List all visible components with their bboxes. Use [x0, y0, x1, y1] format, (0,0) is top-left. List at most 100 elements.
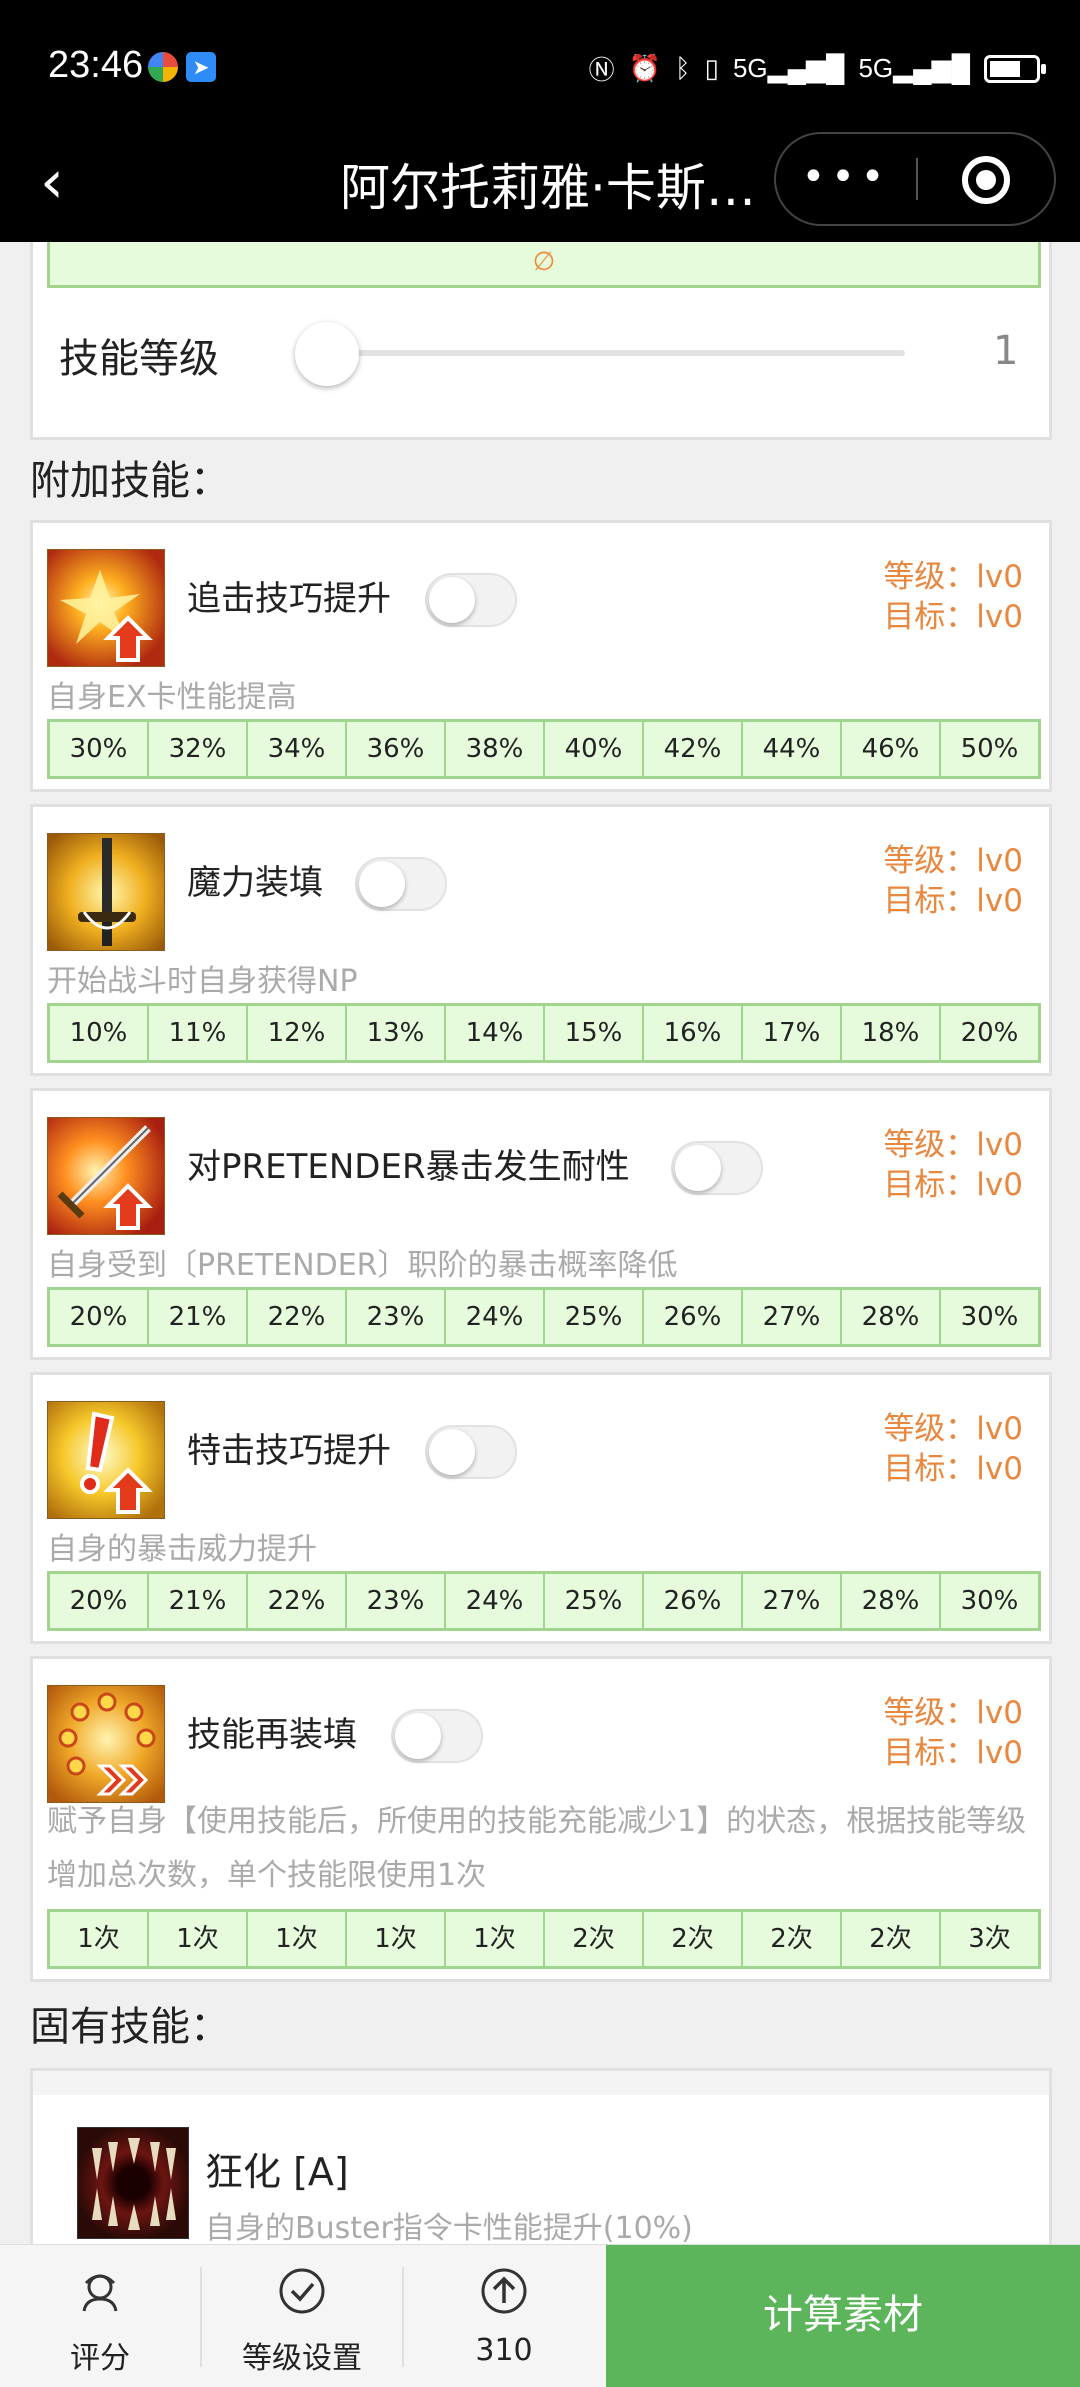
battery-icon [984, 54, 1046, 83]
value-cell: 22% [248, 1290, 347, 1344]
value-cell: 44% [743, 722, 842, 776]
rating-label: 评分 [70, 2341, 130, 2376]
value-cell: 38% [446, 722, 545, 776]
skill-levels: 等级：lv0 目标：lv0 [883, 841, 1023, 921]
skill-toggle[interactable] [391, 1709, 483, 1763]
skill-description: 自身EX卡性能提高 [47, 680, 297, 715]
value-cell: 1次 [347, 1912, 446, 1966]
append-skill-card: 追击技巧提升 等级：lv0 目标：lv0 自身EX卡性能提高 30% 32% 3… [30, 520, 1052, 792]
value-cell: 30% [960, 1586, 1019, 1616]
skill-levels: 等级：lv0 目标：lv0 [883, 1125, 1023, 1205]
crit-damage-up-icon [47, 1401, 165, 1519]
value-cell: 50% [960, 734, 1019, 764]
toggle-knob [359, 861, 405, 907]
mini-program-capsule: ••• [774, 132, 1056, 226]
value-cell: 20% [50, 1574, 149, 1628]
bluetooth-icon: ᛒ [675, 53, 691, 83]
skill-description: 自身的暴击威力提升 [47, 1532, 317, 1567]
upvote-count: 310 [475, 2333, 533, 2368]
value-cell: 22% [248, 1574, 347, 1628]
more-button[interactable]: ••• [776, 134, 916, 224]
skill-values-row: 1次 1次 1次 1次 1次 2次 2次 2次 2次 3次 [47, 1909, 1041, 1969]
skill-description: 开始战斗时自身获得NP [47, 964, 358, 999]
skill-toggle[interactable] [671, 1141, 763, 1195]
skill-toggle[interactable] [425, 573, 517, 627]
skill-name: 技能再装填 [187, 1715, 357, 1755]
inherent-skill-card: 狂化 [A] 自身的Buster指令卡性能提升(10%) [30, 2068, 1052, 2244]
toggle-knob [675, 1145, 721, 1191]
append-skill-card: 技能再装填 等级：lv0 目标：lv0 赋予自身【使用技能后，所使用的技能充能减… [30, 1656, 1052, 1982]
value-cell: 12% [248, 1006, 347, 1060]
value-cell: 30% [960, 1302, 1019, 1332]
inherent-skill-name: 狂化 [A] [205, 2150, 349, 2194]
skill-values-row: 20% 21% 22% 23% 24% 25% 26% 27% 28% 30% [47, 1571, 1041, 1631]
value-cell: 28% [842, 1290, 941, 1344]
calculate-materials-button[interactable]: 计算素材 [606, 2245, 1080, 2387]
value-cell: 42% [644, 722, 743, 776]
value-cell: 16% [644, 1006, 743, 1060]
target-level: 目标：lv0 [883, 1167, 1023, 1203]
upvote-tab[interactable]: 310 [404, 2245, 604, 2387]
value-cell: 24% [446, 1290, 545, 1344]
capsule-divider [916, 158, 918, 200]
skill-description: 自身受到〔PRETENDER〕职阶的暴击概率降低 [47, 1248, 678, 1283]
value-cell: 2次 [644, 1912, 743, 1966]
skill-name: 对PRETENDER暴击发生耐性 [187, 1147, 630, 1187]
skill-level-slider-handle[interactable] [295, 322, 359, 386]
back-button[interactable]: ‹ [40, 152, 64, 212]
close-mini-program-button[interactable] [962, 156, 1010, 204]
skill-description: 赋予自身【使用技能后，所使用的技能充能减少1】的状态，根据技能等级增加总次数，单… [47, 1804, 1027, 1893]
active-skill-card-bottom: ∅ 技能等级 1 [30, 242, 1052, 440]
value-cell: 28% [842, 1574, 941, 1628]
alarm-icon: ⏰ [628, 53, 662, 83]
vibrate-icon: ▯ [704, 53, 719, 83]
value-cell: 26% [644, 1574, 743, 1628]
check-circle-icon [279, 2268, 325, 2314]
value-cell: 21% [149, 1574, 248, 1628]
null-value-box: ∅ [47, 242, 1041, 288]
value-cell: 25% [545, 1574, 644, 1628]
skill-level-value: 1 [993, 328, 1019, 374]
inherent-skill-description: 自身的Buster指令卡性能提升(10%) [205, 2211, 693, 2244]
value-cell: 36% [347, 722, 446, 776]
inherent-skills-title: 固有技能： [30, 2004, 230, 2050]
value-cell: 27% [743, 1290, 842, 1344]
skill-name: 追击技巧提升 [187, 579, 391, 619]
value-cell: 1次 [50, 1912, 149, 1966]
skill-toggle[interactable] [425, 1425, 517, 1479]
signal-icon: 5G▂▄▆█ [732, 53, 845, 83]
rating-tab[interactable]: 评分 [0, 2245, 200, 2387]
clock: 23:46 [48, 44, 144, 86]
value-cell: 27% [743, 1574, 842, 1628]
value-cell: 23% [347, 1290, 446, 1344]
value-cell: 1次 [446, 1912, 545, 1966]
value-cell: 46% [842, 722, 941, 776]
value-cell: 10% [50, 1006, 149, 1060]
target-level: 目标：lv0 [883, 1451, 1023, 1487]
level-settings-tab[interactable]: 等级设置 [202, 2245, 402, 2387]
value-cell: 23% [347, 1574, 446, 1628]
skill-values-row: 10% 11% 12% 13% 14% 15% 16% 17% 18% 20% [47, 1003, 1041, 1063]
navigation-app-icon: ➤ [186, 52, 216, 82]
value-cell: 17% [743, 1006, 842, 1060]
value-cell: 2次 [743, 1912, 842, 1966]
skill-values-row: 20% 21% 22% 23% 24% 25% 26% 27% 28% 30% [47, 1287, 1041, 1347]
nav-bar: ‹ 阿尔托莉雅·卡斯… ••• [0, 132, 1080, 242]
current-level: 等级：lv0 [883, 843, 1023, 879]
skill-toggle[interactable] [355, 857, 447, 911]
value-cell: 11% [149, 1006, 248, 1060]
value-cell: 13% [347, 1006, 446, 1060]
rating-icon [82, 2274, 118, 2312]
sword-crit-resist-icon [47, 1117, 165, 1235]
value-cell: 20% [960, 1018, 1019, 1048]
skill-level-slider[interactable] [315, 350, 905, 356]
nfc-icon: Ⓝ [588, 55, 615, 85]
value-cell: 2次 [842, 1912, 941, 1966]
value-cell: 32% [149, 722, 248, 776]
skill-levels: 等级：lv0 目标：lv0 [883, 557, 1023, 637]
status-icons: Ⓝ ⏰ ᛒ ▯ 5G▂▄▆█ 5G▂▄▆█ [588, 50, 1046, 87]
skill-name: 特击技巧提升 [187, 1431, 391, 1471]
current-level: 等级：lv0 [883, 559, 1023, 595]
bottom-toolbar: 评分 等级设置 310 计算素材 [0, 2244, 1080, 2387]
ex-card-up-icon [47, 549, 165, 667]
